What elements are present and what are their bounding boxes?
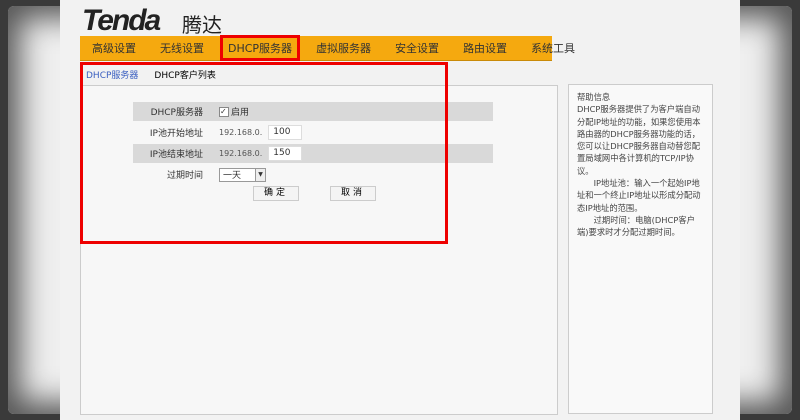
main-nav: 高级设置 无线设置 DHCP服务器 虚拟服务器 安全设置 路由设置 系统工具: [80, 35, 575, 61]
nav-wireless[interactable]: 无线设置: [148, 40, 216, 56]
help-text-1: DHCP服务器提供了为客户端自动分配IP地址的功能，如果您使用本路由器的DHCP…: [577, 104, 701, 176]
help-text-3: 过期时间：电脑(DHCP客户端)要求时才分配过期时间。: [577, 214, 695, 238]
tenda-logo-cn: 腾达: [182, 13, 222, 37]
tenda-logo: Tenda: [82, 4, 161, 37]
nav-routing[interactable]: 路由设置: [451, 40, 519, 56]
nav-advanced[interactable]: 高级设置: [80, 40, 148, 56]
help-panel: 帮助信息 DHCP服务器提供了为客户端自动分配IP地址的功能，如果您使用本路由器…: [568, 84, 713, 414]
nav-dhcp[interactable]: DHCP服务器: [220, 35, 301, 61]
nav-virtual-server[interactable]: 虚拟服务器: [304, 40, 383, 56]
help-text-2: IP地址池：输入一个起始IP地址和一个终止IP地址以形成分配动态IP地址的范围。: [577, 178, 701, 213]
nav-system-tools[interactable]: 系统工具: [519, 40, 587, 56]
help-title: 帮助信息: [577, 92, 611, 102]
highlight-box: [80, 62, 448, 244]
nav-security[interactable]: 安全设置: [383, 40, 451, 56]
